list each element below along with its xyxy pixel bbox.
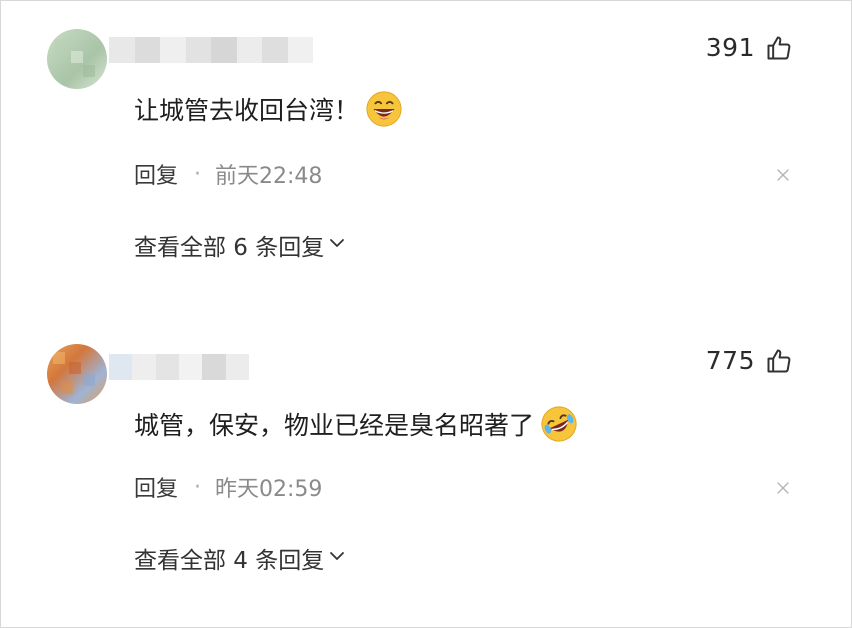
comment-body: 城管，保安，物业已经是臭名昭著了	[134, 411, 535, 440]
thumbs-up-icon[interactable]	[765, 347, 793, 375]
username-blurred[interactable]	[109, 354, 249, 380]
reply-button[interactable]: 回复	[134, 158, 178, 190]
chevron-down-icon	[328, 545, 346, 571]
comment-time: 前天22:48	[215, 164, 323, 189]
grinning-face-icon	[365, 90, 403, 128]
view-replies-label: 查看全部 4 条回复	[134, 548, 325, 574]
separator-dot: ·	[194, 474, 202, 500]
comment-text: 让城管去收回台湾！	[134, 90, 403, 128]
separator-dot: ·	[194, 161, 202, 187]
comment-meta: 回复 · 前天22:48	[134, 158, 322, 190]
comment-item: 775 城管，保安，物业已经是臭名昭著了 回复 · 昨天02:59 查看全部 4…	[1, 314, 852, 614]
username-blurred[interactable]	[109, 37, 313, 63]
reply-button[interactable]: 回复	[134, 471, 178, 503]
like-count: 775	[705, 346, 755, 375]
like-count: 391	[705, 33, 755, 62]
comment-meta: 回复 · 昨天02:59	[134, 471, 322, 503]
close-icon[interactable]	[775, 480, 791, 496]
view-all-replies-button[interactable]: 查看全部 4 条回复	[134, 541, 346, 575]
comment-time: 昨天02:59	[215, 477, 323, 502]
comment-panel: 391 让城管去收回台湾！ 回复 · 前天22:48 查看全部 6 条回复 77…	[0, 0, 852, 628]
avatar[interactable]	[47, 344, 107, 404]
comment-text: 城管，保安，物业已经是臭名昭著了	[134, 405, 578, 443]
rolling-laughing-face-icon	[540, 405, 578, 443]
view-all-replies-button[interactable]: 查看全部 6 条回复	[134, 228, 346, 262]
avatar[interactable]	[47, 29, 107, 89]
like-group[interactable]: 775	[706, 346, 793, 375]
view-replies-label: 查看全部 6 条回复	[134, 235, 325, 261]
comment-item: 391 让城管去收回台湾！ 回复 · 前天22:48 查看全部 6 条回复	[1, 1, 852, 301]
thumbs-up-icon[interactable]	[765, 34, 793, 62]
comment-body: 让城管去收回台湾！	[134, 96, 360, 125]
close-icon[interactable]	[775, 167, 791, 183]
chevron-down-icon	[328, 232, 346, 258]
like-group[interactable]: 391	[706, 33, 793, 62]
